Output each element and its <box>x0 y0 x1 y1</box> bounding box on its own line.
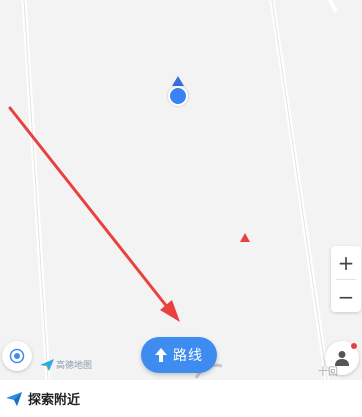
explore-nearby-label: 探索附近 <box>28 393 81 408</box>
locate-icon <box>9 348 25 364</box>
zoom-out-button[interactable]: − <box>331 280 361 313</box>
current-location-icon <box>168 86 188 106</box>
up-arrow-icon <box>155 348 167 362</box>
red-marker-icon[interactable] <box>240 233 250 242</box>
map-scale: 十回 <box>318 367 338 378</box>
route-button-label: 路线 <box>173 348 203 364</box>
locate-button[interactable] <box>2 341 32 371</box>
zoom-in-button[interactable]: + <box>331 246 361 279</box>
paper-plane-icon <box>6 391 22 406</box>
zoom-controls: + − <box>331 246 361 312</box>
map-roads <box>21 0 338 380</box>
map-logo-text: 高德地图 <box>56 361 93 371</box>
map-logo: 高德地图 <box>40 358 92 371</box>
explore-nearby-bar[interactable]: 探索附近 <box>0 380 362 417</box>
map-view[interactable]: + − 高德地图 路线 十回 <box>0 0 362 380</box>
heading-indicator-icon <box>172 76 184 86</box>
notification-dot <box>351 343 357 349</box>
route-button[interactable]: 路线 <box>141 337 217 373</box>
amap-logo-icon <box>40 358 54 371</box>
